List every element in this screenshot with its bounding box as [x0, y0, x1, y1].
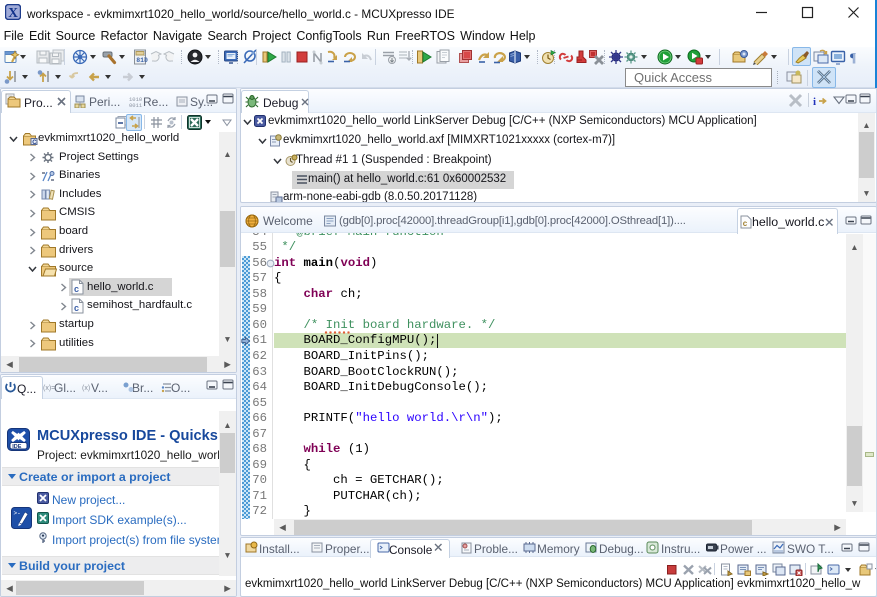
svg-text:c: c — [74, 303, 79, 313]
svg-text:0011: 0011 — [129, 102, 143, 108]
svg-text:IDE: IDE — [12, 444, 22, 450]
svg-text:(x)=: (x)= — [43, 385, 55, 392]
svg-text:c: c — [743, 219, 748, 228]
svg-text:810: 810 — [136, 57, 148, 64]
svg-text:¶: ¶ — [850, 50, 856, 65]
svg-text:>-: >- — [14, 510, 21, 517]
svg-text:X: X — [8, 5, 18, 20]
svg-text:C: C — [32, 139, 37, 145]
svg-text:(x): (x) — [82, 385, 90, 392]
svg-text:i: i — [813, 96, 816, 108]
svg-text:c: c — [74, 284, 79, 294]
